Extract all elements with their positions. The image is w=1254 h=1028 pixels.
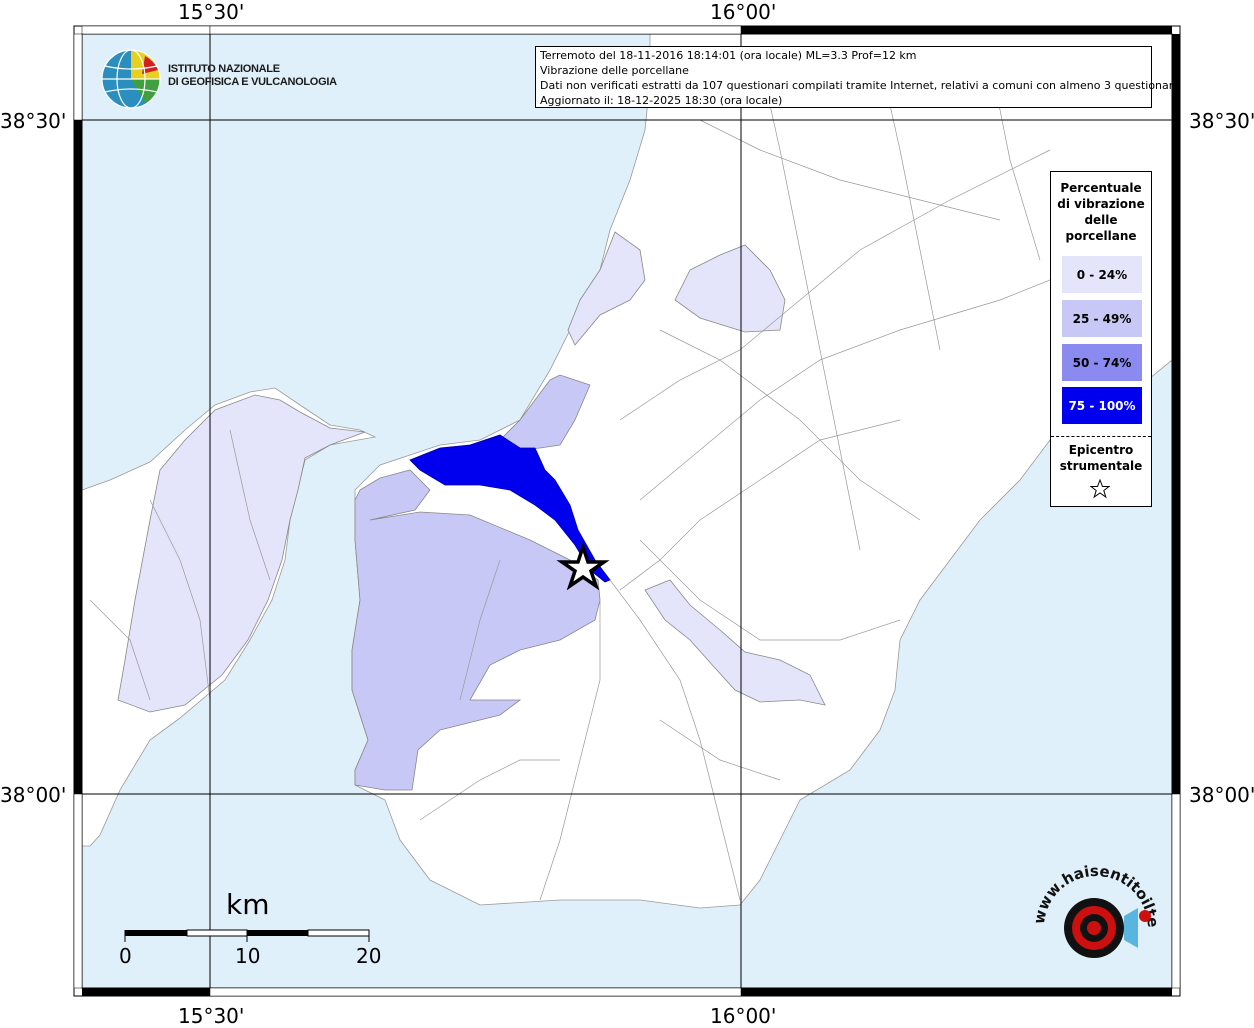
event-info-line4: Aggiornato il: 18-12-2025 18:30 (ora loc… xyxy=(540,94,783,107)
ingv-name: ISTITUTO NAZIONALE DI GEOFISICA E VULCAN… xyxy=(168,63,337,89)
legend: Percentuale di vibrazione delle porcella… xyxy=(1050,171,1152,507)
event-info-box: Terremoto del 18-11-2016 18:14:01 (ora l… xyxy=(535,46,1180,108)
legend-item-25-49: 25 - 49% xyxy=(1062,300,1142,337)
event-info-line3: Dati non verificati estratti da 107 ques… xyxy=(540,79,1180,92)
lat-label-left-bottom: 38°00' xyxy=(0,783,67,807)
legend-item-label: 25 - 49% xyxy=(1072,311,1132,326)
lat-label-right-bottom: 38°00' xyxy=(1189,783,1254,807)
legend-item-50-74: 50 - 74% xyxy=(1062,344,1142,381)
ingv-globe-icon xyxy=(101,49,161,109)
legend-title: Percentuale di vibrazione delle porcella… xyxy=(1057,181,1145,243)
lat-label-right-top: 38°30' xyxy=(1189,109,1254,133)
legend-item-label: 75 - 100% xyxy=(1068,398,1136,413)
lat-label-left-top: 38°30' xyxy=(0,109,67,133)
haisentito-logo: www.haisentitoilterremoto.it xyxy=(1018,844,1166,982)
legend-star-icon xyxy=(1089,478,1111,499)
lon-label-top-right: 16°00' xyxy=(710,0,777,24)
event-info-line1: Terremoto del 18-11-2016 18:14:01 (ora l… xyxy=(540,49,917,62)
legend-epicenter-label: Epicentro strumentale xyxy=(1059,443,1143,473)
scale-tick-0: 0 xyxy=(119,944,132,968)
legend-item-label: 50 - 74% xyxy=(1072,355,1132,370)
ingv-name-line2: DI GEOFISICA E VULCANOLOGIA xyxy=(168,76,337,88)
ingv-name-line1: ISTITUTO NAZIONALE xyxy=(168,63,280,75)
legend-item-label: 0 - 24% xyxy=(1076,267,1128,282)
event-info-line2: Vibrazione delle porcellane xyxy=(540,64,689,77)
scale-unit-label: km xyxy=(226,888,270,921)
lon-label-bottom-left: 15°30' xyxy=(178,1004,245,1028)
scale-tick-20: 20 xyxy=(356,944,382,968)
haisentito-target-icon: www.haisentitoilterremoto.it xyxy=(1018,844,1162,958)
lon-label-top-left: 15°30' xyxy=(178,0,245,24)
legend-item-75-100: 75 - 100% xyxy=(1062,387,1142,424)
lon-label-bottom-right: 16°00' xyxy=(710,1004,777,1028)
legend-item-0-24: 0 - 24% xyxy=(1062,256,1142,293)
legend-separator xyxy=(1051,436,1151,437)
scale-tick-10: 10 xyxy=(235,944,261,968)
